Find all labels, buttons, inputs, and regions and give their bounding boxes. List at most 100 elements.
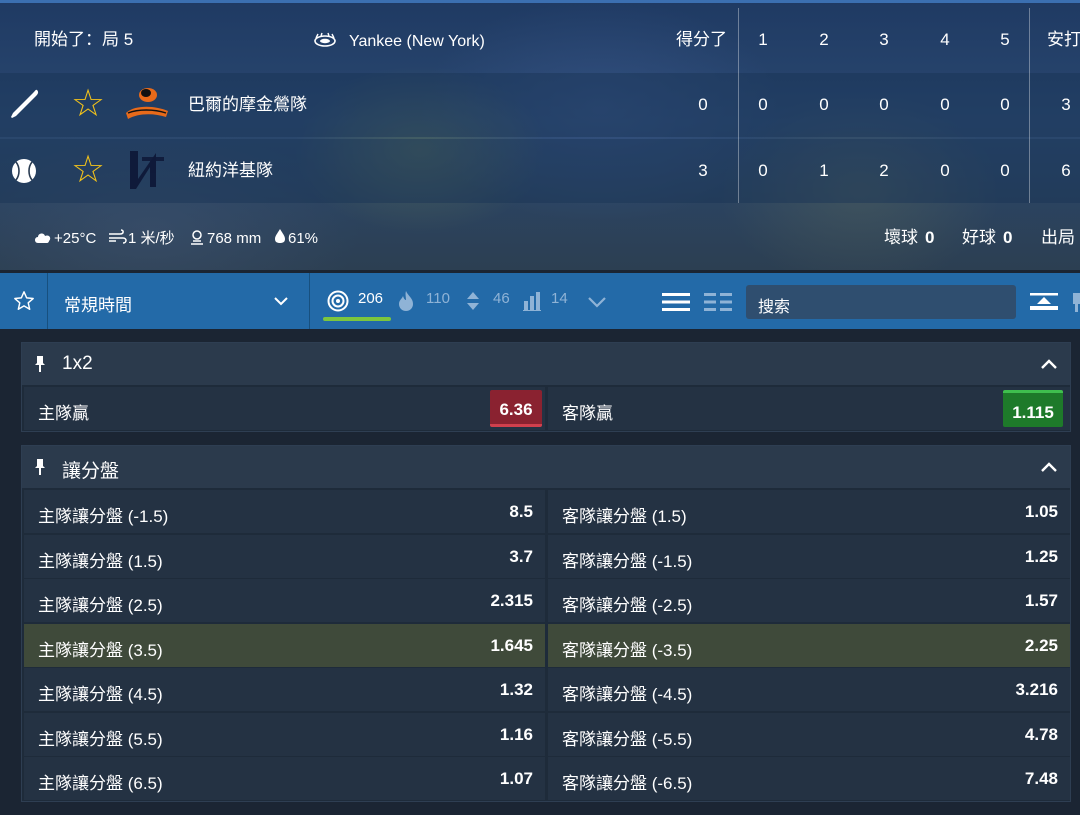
column-divider (1029, 8, 1030, 203)
match-status: 開始了：局 5 (34, 30, 134, 49)
outcome-home-handicap[interactable]: 主隊讓分盤 (1.5) 3.7 (24, 535, 545, 578)
outcome-odd: 1.57 (1024, 591, 1058, 610)
stadium-icon (314, 32, 336, 47)
header-inning-2: 2 (819, 30, 829, 49)
outcome-away-handicap[interactable]: 客隊讓分盤 (1.5) 1.05 (548, 490, 1070, 533)
outcome-home-handicap[interactable]: 主隊讓分盤 (2.5) 2.315 (24, 579, 545, 622)
outcome-label: 客隊讓分盤 (-4.5) (562, 685, 693, 704)
team-name-home: 紐約洋基隊 (188, 161, 273, 180)
outcome-odd: 4.78 (1024, 725, 1058, 744)
outcome-home-handicap[interactable]: 主隊讓分盤 (5.5) 1.16 (24, 713, 545, 756)
outcome-away-handicap[interactable]: 客隊讓分盤 (-4.5) 3.216 (548, 668, 1070, 711)
weather-wind: 1 米/秒 (128, 230, 175, 247)
bar-stats-icon (523, 292, 541, 311)
outcome-label: 主隊贏 (38, 404, 89, 423)
header-inning-3: 3 (879, 30, 889, 49)
outcome-odd: 2.315 (490, 591, 533, 610)
inning-score: 0 (879, 95, 889, 114)
baseball-bat-icon (11, 89, 39, 118)
market-header[interactable]: 讓分盤 (22, 446, 1070, 488)
outcome-away-handicap[interactable]: 客隊讓分盤 (-6.5) 7.48 (548, 757, 1070, 800)
more-filters-chevron-icon[interactable] (587, 296, 607, 308)
pin-icon[interactable] (34, 355, 46, 373)
market-handicap: 讓分盤 主隊讓分盤 (-1.5) 8.5 客隊讓分盤 (1.5) 1.05 主隊… (21, 445, 1071, 802)
outcome-home-win[interactable]: 主隊贏 6.36 (24, 387, 545, 430)
cloud-icon (35, 233, 51, 243)
market-row-highlighted: 主隊讓分盤 (3.5) 1.645 客隊讓分盤 (-3.5) 2.25 (24, 624, 1070, 667)
outcome-label: 客隊讓分盤 (-2.5) (562, 596, 693, 615)
favorite-star-icon[interactable]: ☆ (71, 85, 105, 123)
outcome-label: 主隊讓分盤 (2.5) (38, 596, 163, 615)
odd-up-badge: 1.115 (1003, 390, 1063, 427)
outcome-label: 客隊讓分盤 (-3.5) (562, 641, 693, 660)
outcome-label: 主隊讓分盤 (-1.5) (38, 507, 169, 526)
header-inning-4: 4 (940, 30, 950, 49)
inning-score: 0 (758, 161, 768, 180)
inning-score: 0 (1000, 95, 1010, 114)
team-score-home: 3 (698, 161, 708, 180)
outcome-home-handicap[interactable]: 主隊讓分盤 (6.5) 1.07 (24, 757, 545, 800)
pin-icon[interactable] (1072, 291, 1080, 313)
team-row-away: ☆ 巴爾的摩金鶯隊 0 0 0 0 0 0 3 (0, 73, 1080, 137)
chevron-up-icon[interactable] (1040, 358, 1058, 370)
outcome-odd: 6.36 (499, 400, 533, 419)
outcome-odd: 1.32 (499, 680, 533, 699)
market-row: 主隊讓分盤 (5.5) 1.16 客隊讓分盤 (-5.5) 4.78 (24, 713, 1070, 756)
list-view-icon[interactable] (661, 292, 691, 312)
scoreboard-header-row: 開始了：局 5 Yankee (New York) 得分了 1 2 3 4 5 … (0, 8, 1080, 72)
flame-icon (399, 291, 413, 311)
outcome-home-handicap[interactable]: 主隊讓分盤 (3.5) 1.645 (24, 624, 545, 667)
active-filter-indicator (323, 317, 391, 321)
outcome-label: 客隊贏 (562, 404, 613, 423)
header-inning-5: 5 (1000, 30, 1010, 49)
strikes-label: 好球 (962, 228, 996, 247)
favorites-filter-button[interactable] (0, 273, 48, 329)
market-row: 主隊讓分盤 (2.5) 2.315 客隊讓分盤 (-2.5) 1.57 (24, 579, 1070, 622)
outcome-label: 主隊讓分盤 (4.5) (38, 685, 163, 704)
chevron-up-icon[interactable] (1040, 461, 1058, 473)
inning-score: 0 (1000, 161, 1010, 180)
star-outline-icon (14, 291, 34, 310)
strikes-count: 0 (1003, 228, 1013, 247)
search-input[interactable]: 搜索 (746, 285, 1016, 319)
pin-icon[interactable] (34, 458, 46, 476)
team-score-away: 0 (698, 95, 708, 114)
outcome-home-handicap[interactable]: 主隊讓分盤 (4.5) 1.32 (24, 668, 545, 711)
baseball-icon (12, 159, 36, 183)
collapse-all-icon[interactable] (1029, 292, 1059, 312)
inning-score: 0 (819, 95, 829, 114)
period-select-value: 常規時間 (64, 296, 132, 315)
outcome-label: 主隊讓分盤 (3.5) (38, 641, 163, 660)
period-select[interactable]: 常規時間 (48, 273, 310, 329)
outcome-home-handicap[interactable]: 主隊讓分盤 (-1.5) 8.5 (24, 490, 545, 533)
grid-view-icon[interactable] (703, 292, 733, 312)
outcome-odd: 3.7 (509, 547, 533, 566)
market-header[interactable]: 1x2 (22, 343, 1070, 385)
outcome-away-handicap[interactable]: 客隊讓分盤 (-1.5) 1.25 (548, 535, 1070, 578)
venue-name: Yankee (New York) (349, 33, 485, 50)
market-row: 主隊讓分盤 (1.5) 3.7 客隊讓分盤 (-1.5) 1.25 (24, 535, 1070, 578)
header-score: 得分了 (676, 30, 727, 49)
team-hits-away: 3 (1061, 95, 1071, 114)
outcome-odd: 8.5 (509, 502, 533, 521)
favorite-star-icon[interactable]: ☆ (71, 151, 105, 189)
outcome-odd: 1.645 (490, 636, 533, 655)
balls-label: 壞球 (884, 228, 918, 247)
header-hits: 安打 (1047, 30, 1080, 49)
yankees-logo-icon (130, 151, 164, 189)
outcome-label: 客隊讓分盤 (-6.5) (562, 774, 693, 793)
outcome-away-handicap[interactable]: 客隊讓分盤 (-5.5) 4.78 (548, 713, 1070, 756)
outcome-label: 主隊讓分盤 (1.5) (38, 552, 163, 571)
count-handicap: 46 (493, 290, 510, 307)
weather-pressure: 768 mm (207, 230, 262, 247)
wind-icon (109, 229, 127, 244)
outcome-away-handicap[interactable]: 客隊讓分盤 (-2.5) 1.57 (548, 579, 1070, 622)
inning-score: 1 (819, 161, 829, 180)
team-row-home: ☆ 紐約洋基隊 3 0 1 2 0 0 6 (0, 139, 1080, 203)
search-placeholder: 搜索 (758, 299, 791, 316)
outcome-away-win[interactable]: 客隊贏 1.115 (548, 387, 1070, 430)
column-divider (738, 8, 739, 203)
outcome-away-handicap[interactable]: 客隊讓分盤 (-3.5) 2.25 (548, 624, 1070, 667)
team-hits-home: 6 (1061, 161, 1071, 180)
market-row: 主隊讓分盤 (4.5) 1.32 客隊讓分盤 (-4.5) 3.216 (24, 668, 1070, 711)
